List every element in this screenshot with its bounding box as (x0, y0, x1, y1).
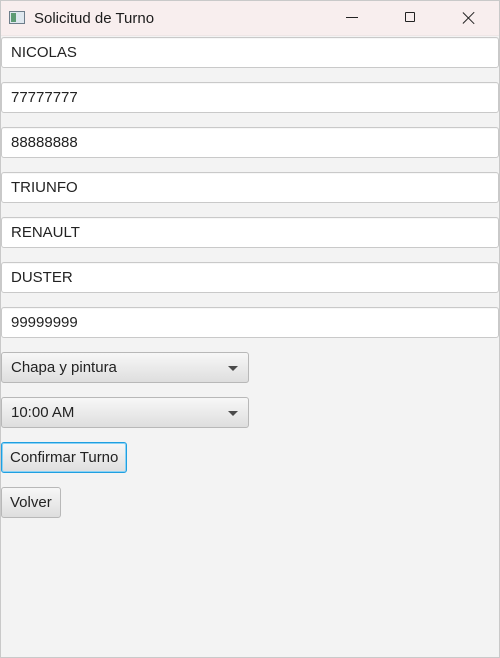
title-bar: Solicitud de Turno (1, 1, 499, 36)
close-icon (462, 11, 476, 25)
vehicle-model-field[interactable]: DUSTER (1, 262, 499, 293)
service-select[interactable]: Chapa y pintura (1, 352, 249, 383)
maximize-icon (405, 12, 415, 22)
chevron-down-icon (228, 366, 238, 371)
back-button[interactable]: Volver (1, 487, 61, 518)
app-window-icon (9, 11, 25, 24)
time-select-value: 10:00 AM (11, 404, 75, 421)
maximize-button[interactable] (387, 1, 433, 35)
name-field[interactable]: NICOLAS (1, 37, 499, 68)
minimize-icon (346, 17, 358, 18)
time-select[interactable]: 10:00 AM (1, 397, 249, 428)
close-button[interactable] (445, 1, 491, 35)
chevron-down-icon (228, 411, 238, 416)
license-field[interactable]: 99999999 (1, 307, 499, 338)
minimize-button[interactable] (329, 1, 375, 35)
vehicle-brand-field[interactable]: RENAULT (1, 217, 499, 248)
service-select-value: Chapa y pintura (11, 359, 117, 376)
document-field[interactable]: 77777777 (1, 82, 499, 113)
solicitud-turno-window: Solicitud de Turno NICOLAS 77777777 8888… (0, 0, 500, 658)
address-field[interactable]: TRIUNFO (1, 172, 499, 203)
window-title: Solicitud de Turno (34, 10, 155, 27)
confirm-turno-button[interactable]: Confirmar Turno (1, 442, 128, 473)
phone-field[interactable]: 88888888 (1, 127, 499, 158)
